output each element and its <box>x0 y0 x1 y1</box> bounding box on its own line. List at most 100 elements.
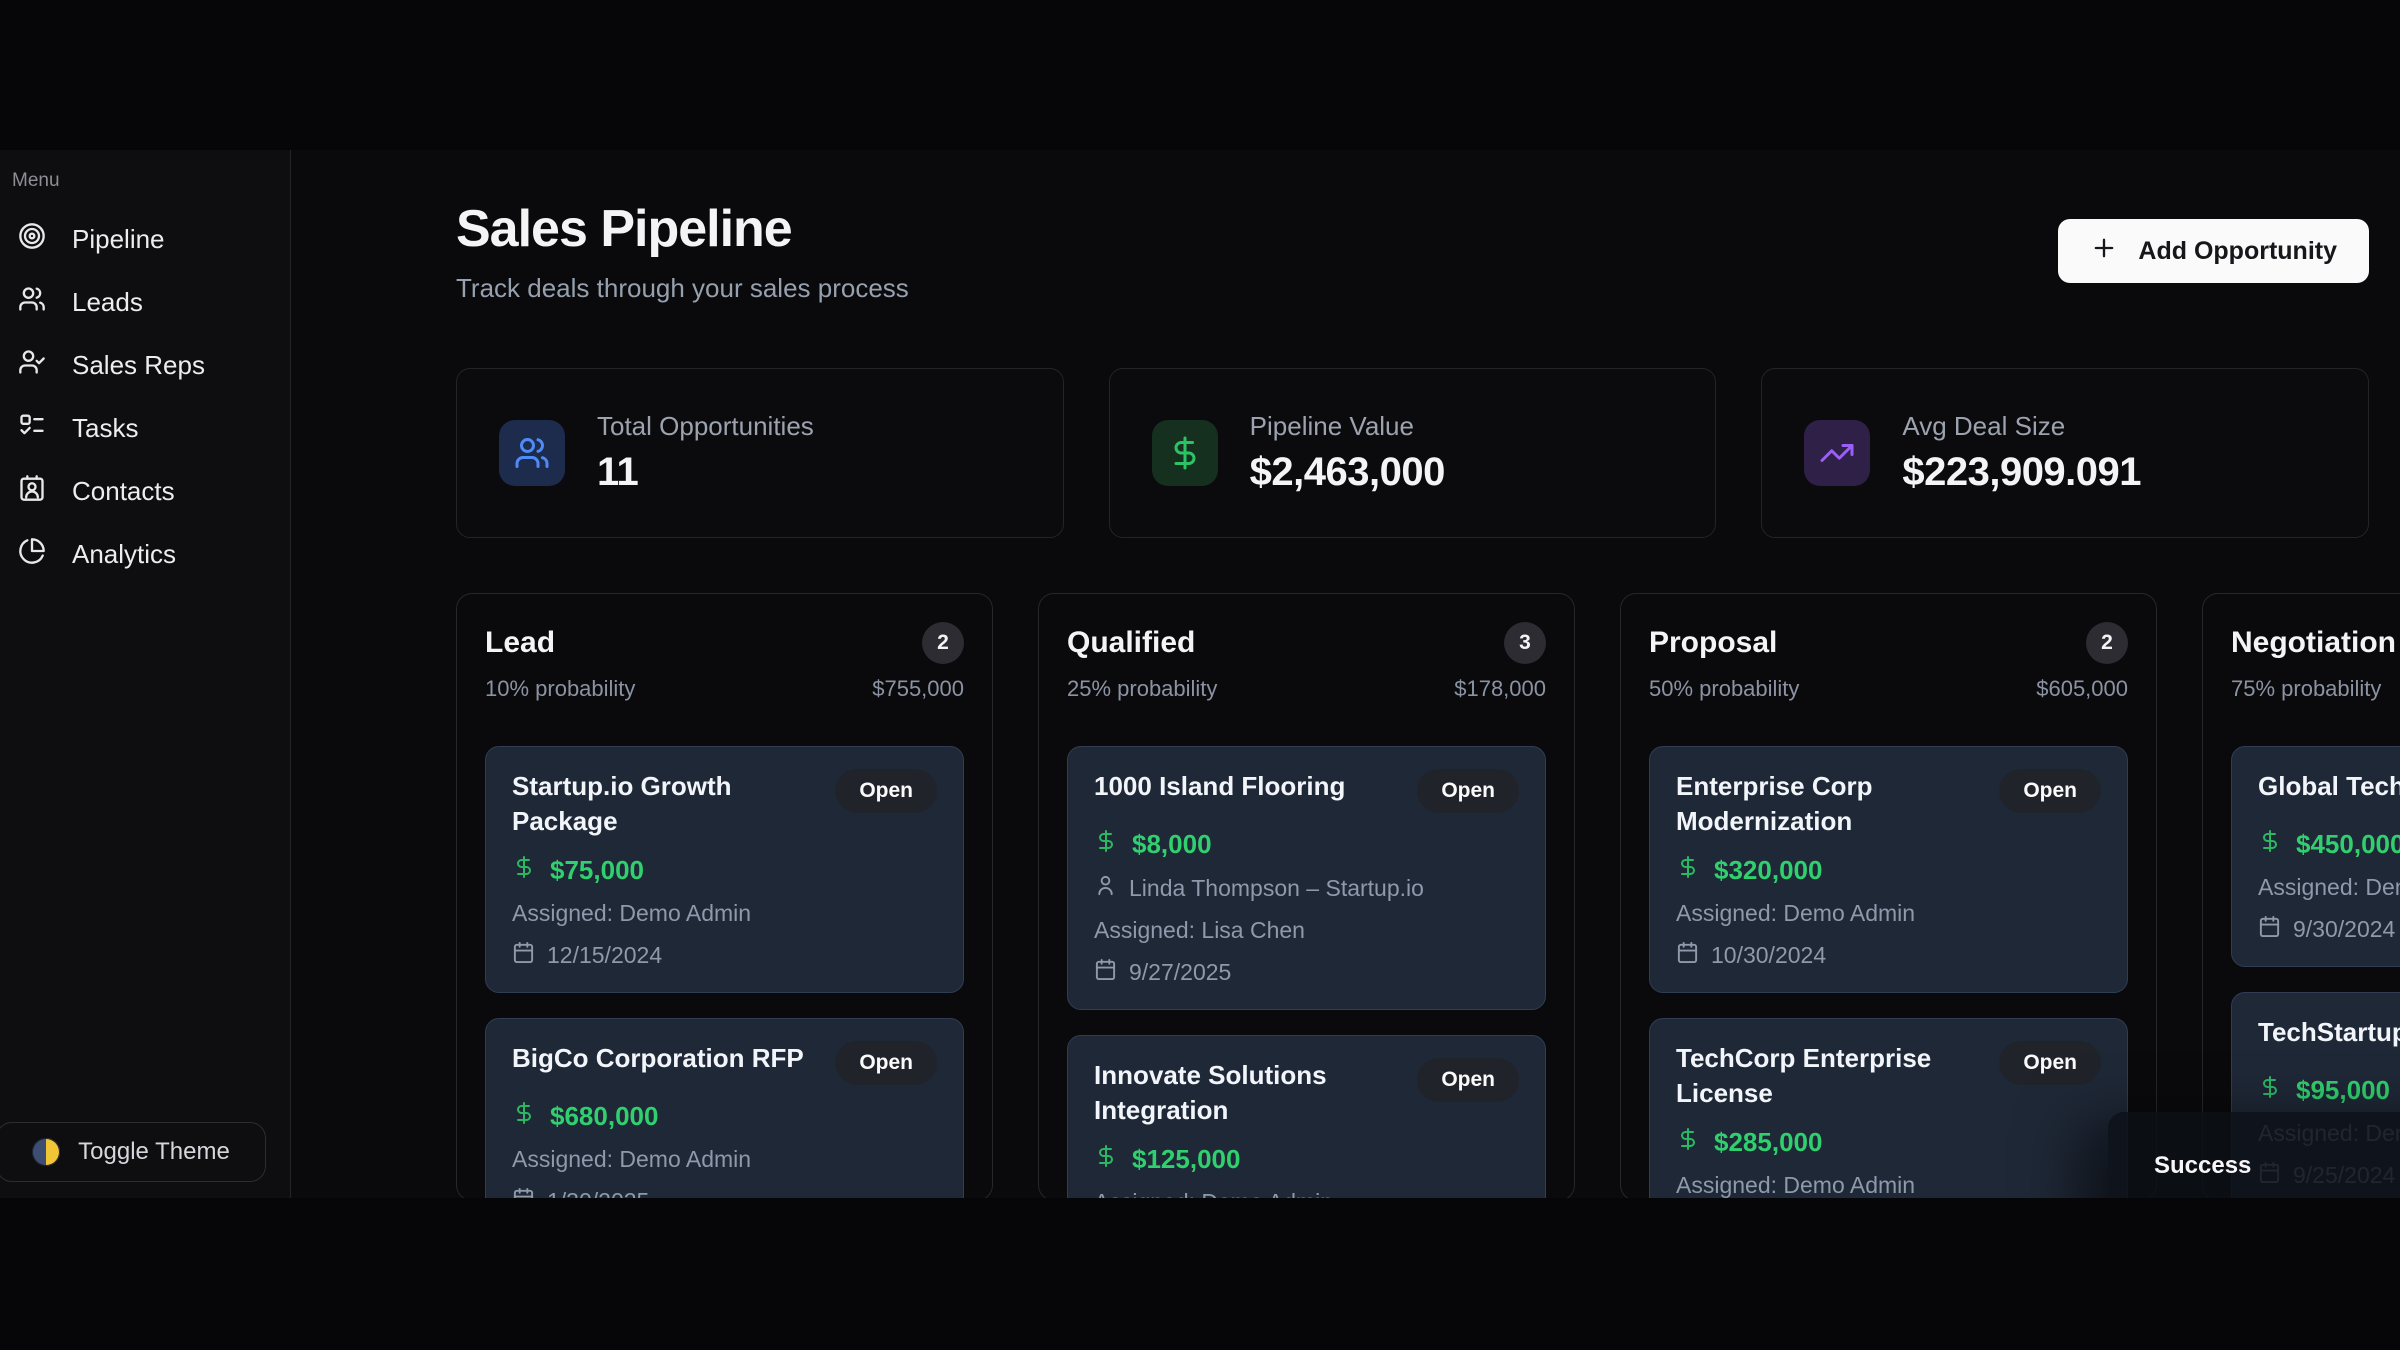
status-badge: Open <box>1999 769 2101 813</box>
stat-value: 11 <box>597 450 814 495</box>
stat-label: Total Opportunities <box>597 411 814 442</box>
add-opportunity-button[interactable]: Add Opportunity <box>2058 219 2369 283</box>
card-assigned: Assigned: Demo Admin <box>1094 1189 1333 1198</box>
main-content: Sales Pipeline Track deals through your … <box>291 150 2400 1198</box>
stat-card-total-opportunities: Total Opportunities 11 <box>456 368 1064 538</box>
dollar-icon <box>2258 829 2282 860</box>
column-probability: 50% probability <box>1649 676 1799 702</box>
card-amount: $75,000 <box>550 855 644 886</box>
column-lead: Lead 2 10% probability $755,000 Startup.… <box>456 593 993 1198</box>
status-badge: Open <box>835 769 937 813</box>
dollar-icon <box>1094 1144 1118 1175</box>
sidebar-item-label: Pipeline <box>72 224 165 255</box>
card-title: TechStartup Sales Tools <box>2258 1015 2400 1050</box>
opportunity-card[interactable]: 1000 Island Flooring Open $8,000 Linda T… <box>1067 746 1546 1010</box>
card-assigned: Assigned: Demo Admin <box>512 1146 751 1173</box>
opportunity-card[interactable]: Global Tech Open $450,000 Assigned: Demo… <box>2231 746 2400 967</box>
calendar-icon <box>2258 915 2281 944</box>
card-contact: Linda Thompson – Startup.io <box>1129 875 1424 902</box>
toast-success: Success <box>2108 1112 2400 1198</box>
card-title: Global Tech <box>2258 769 2400 804</box>
sidebar-item-leads[interactable]: Leads <box>10 271 276 334</box>
pie-chart-icon <box>18 537 46 572</box>
sidebar-item-label: Sales Reps <box>72 350 205 381</box>
users-icon <box>499 420 565 486</box>
status-badge: Open <box>835 1041 937 1085</box>
column-probability: 25% probability <box>1067 676 1217 702</box>
card-amount: $8,000 <box>1132 829 1212 860</box>
stat-label: Pipeline Value <box>1250 411 1445 442</box>
stat-card-avg-deal-size: Avg Deal Size $223,909.091 <box>1761 368 2369 538</box>
sidebar-item-label: Contacts <box>72 476 175 507</box>
sidebar-item-analytics[interactable]: Analytics <box>10 523 276 586</box>
page-title: Sales Pipeline <box>456 199 909 259</box>
column-count-badge: 2 <box>922 622 964 664</box>
sidebar-item-tasks[interactable]: Tasks <box>10 397 276 460</box>
opportunity-card[interactable]: Innovate Solutions Integration Open $125… <box>1067 1035 1546 1198</box>
card-amount: $680,000 <box>550 1101 658 1132</box>
dollar-icon <box>1152 420 1218 486</box>
status-badge: Open <box>1999 1041 2101 1085</box>
opportunity-card[interactable]: Startup.io Growth Package Open $75,000 A… <box>485 746 964 993</box>
card-close-date: 1/30/2025 <box>547 1188 649 1198</box>
sidebar-item-contacts[interactable]: Contacts <box>10 460 276 523</box>
sidebar-item-label: Leads <box>72 287 143 318</box>
status-badge: Open <box>1417 1058 1519 1102</box>
card-amount: $95,000 <box>2296 1075 2390 1106</box>
card-assigned: Assigned: Demo Admin <box>2258 874 2400 901</box>
stats-row: Total Opportunities 11 Pipeline Value $2… <box>456 368 2369 538</box>
card-title: BigCo Corporation RFP <box>512 1041 804 1076</box>
stat-value: $2,463,000 <box>1250 450 1445 495</box>
calendar-icon <box>512 941 535 970</box>
dollar-icon <box>1676 855 1700 886</box>
card-close-date: 9/30/2024 <box>2293 916 2395 943</box>
dollar-icon <box>512 855 536 886</box>
sidebar: Menu Pipeline Leads Sales Reps Tasks Con… <box>0 150 291 1198</box>
column-qualified: Qualified 3 25% probability $178,000 100… <box>1038 593 1575 1198</box>
add-opportunity-label: Add Opportunity <box>2138 237 2337 266</box>
kanban-board: Lead 2 10% probability $755,000 Startup.… <box>456 593 2369 1198</box>
toggle-theme-button[interactable]: Toggle Theme <box>0 1122 266 1182</box>
sidebar-item-pipeline[interactable]: Pipeline <box>10 208 276 271</box>
column-negotiation: Negotiation 75% probability Global Tech … <box>2202 593 2400 1198</box>
column-proposal: Proposal 2 50% probability $605,000 Ente… <box>1620 593 2157 1198</box>
dollar-icon <box>2258 1075 2282 1106</box>
page-header: Sales Pipeline Track deals through your … <box>456 199 2369 304</box>
sidebar-item-sales-reps[interactable]: Sales Reps <box>10 334 276 397</box>
opportunity-card[interactable]: BigCo Corporation RFP Open $680,000 Assi… <box>485 1018 964 1198</box>
column-count-badge: 2 <box>2086 622 2128 664</box>
column-name: Qualified <box>1067 626 1195 660</box>
trending-up-icon <box>1804 420 1870 486</box>
sidebar-item-label: Analytics <box>72 539 176 570</box>
card-close-date: 9/27/2025 <box>1129 959 1231 986</box>
card-amount: $285,000 <box>1714 1127 1822 1158</box>
card-assigned: Assigned: Demo Admin <box>1676 900 1915 927</box>
column-probability: 75% probability <box>2231 676 2381 702</box>
users-icon <box>18 285 46 320</box>
column-total: $605,000 <box>2036 676 2128 702</box>
card-close-date: 12/15/2024 <box>547 942 662 969</box>
stat-card-pipeline-value: Pipeline Value $2,463,000 <box>1109 368 1717 538</box>
list-todo-icon <box>18 411 46 446</box>
sidebar-item-label: Tasks <box>72 413 138 444</box>
calendar-icon <box>512 1187 535 1198</box>
column-name: Lead <box>485 626 555 660</box>
card-title: Enterprise Corp Modernization <box>1676 769 1983 839</box>
opportunity-card[interactable]: Enterprise Corp Modernization Open $320,… <box>1649 746 2128 993</box>
column-name: Proposal <box>1649 626 1777 660</box>
card-title: Innovate Solutions Integration <box>1094 1058 1401 1128</box>
card-title: 1000 Island Flooring <box>1094 769 1345 804</box>
opportunity-card[interactable]: TechCorp Enterprise License Open $285,00… <box>1649 1018 2128 1198</box>
card-close-date: 10/30/2024 <box>1711 942 1826 969</box>
card-assigned: Assigned: Demo Admin <box>512 900 751 927</box>
sidebar-section-label: Menu <box>12 170 276 192</box>
column-name: Negotiation <box>2231 626 2396 660</box>
toast-title: Success <box>2154 1152 2400 1180</box>
page-subtitle: Track deals through your sales process <box>456 273 909 304</box>
column-probability: 10% probability <box>485 676 635 702</box>
card-title: TechCorp Enterprise License <box>1676 1041 1983 1111</box>
card-assigned: Assigned: Demo Admin <box>1676 1172 1915 1198</box>
card-amount: $125,000 <box>1132 1144 1240 1175</box>
status-badge: Open <box>1417 769 1519 813</box>
dollar-icon <box>1676 1127 1700 1158</box>
